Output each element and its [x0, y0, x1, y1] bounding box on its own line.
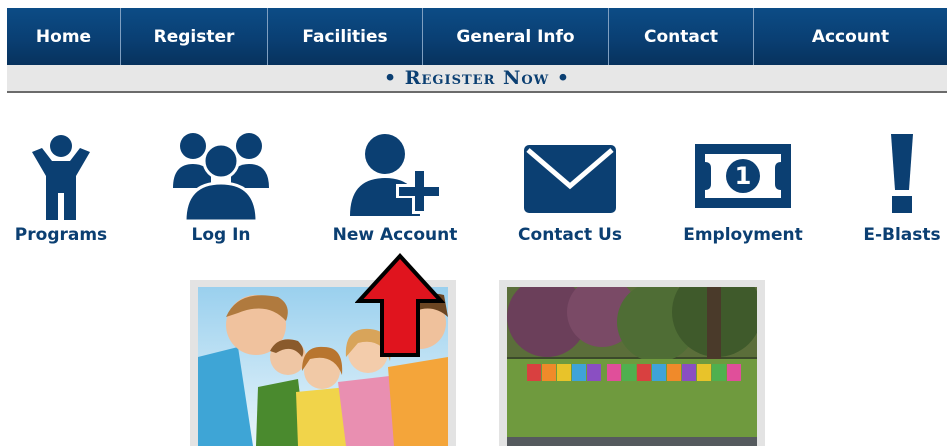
quicklink-label: Log In — [191, 225, 251, 245]
quicklink-label: Employment — [683, 225, 803, 245]
main-nav: Home Register Facilities General Info Co… — [7, 8, 947, 65]
child-figure-icon — [32, 135, 90, 220]
nav-facilities[interactable]: Facilities — [268, 8, 423, 65]
quicklink-programs[interactable]: Programs — [0, 128, 136, 248]
nav-contact[interactable]: Contact — [609, 8, 754, 65]
birthday-sign-photo-image — [507, 287, 757, 446]
quicklink-label: Contact Us — [518, 225, 622, 245]
exclamation-icon — [891, 134, 913, 213]
nav-general-info[interactable]: General Info — [423, 8, 609, 65]
nav-account[interactable]: Account — [754, 8, 947, 65]
quicklink-label: Programs — [14, 225, 108, 245]
quicklink-log-in[interactable]: Log In — [146, 128, 296, 248]
register-now-banner[interactable]: • Register Now • — [7, 65, 947, 93]
register-now-link[interactable]: • Register Now • — [384, 67, 570, 89]
quicklink-contact-us[interactable]: Contact Us — [495, 128, 645, 248]
quicklink-label: New Account — [332, 225, 458, 245]
quicklink-e-blasts[interactable]: E-Blasts — [827, 128, 949, 248]
dollar-bill-icon: 1 — [695, 144, 791, 208]
quicklink-new-account[interactable]: New Account — [320, 128, 470, 248]
bill-denomination: 1 — [735, 162, 752, 190]
add-user-icon — [350, 134, 442, 216]
quicklink-label: E-Blasts — [863, 225, 941, 245]
red-arrow-annotation — [355, 253, 445, 357]
user-group-icon — [173, 133, 269, 223]
nav-register[interactable]: Register — [121, 8, 268, 65]
envelope-icon — [524, 145, 616, 213]
nav-home[interactable]: Home — [7, 8, 121, 65]
quicklink-employment[interactable]: 1 Employment — [668, 128, 818, 248]
birthday-sign-photo[interactable] — [499, 280, 765, 446]
